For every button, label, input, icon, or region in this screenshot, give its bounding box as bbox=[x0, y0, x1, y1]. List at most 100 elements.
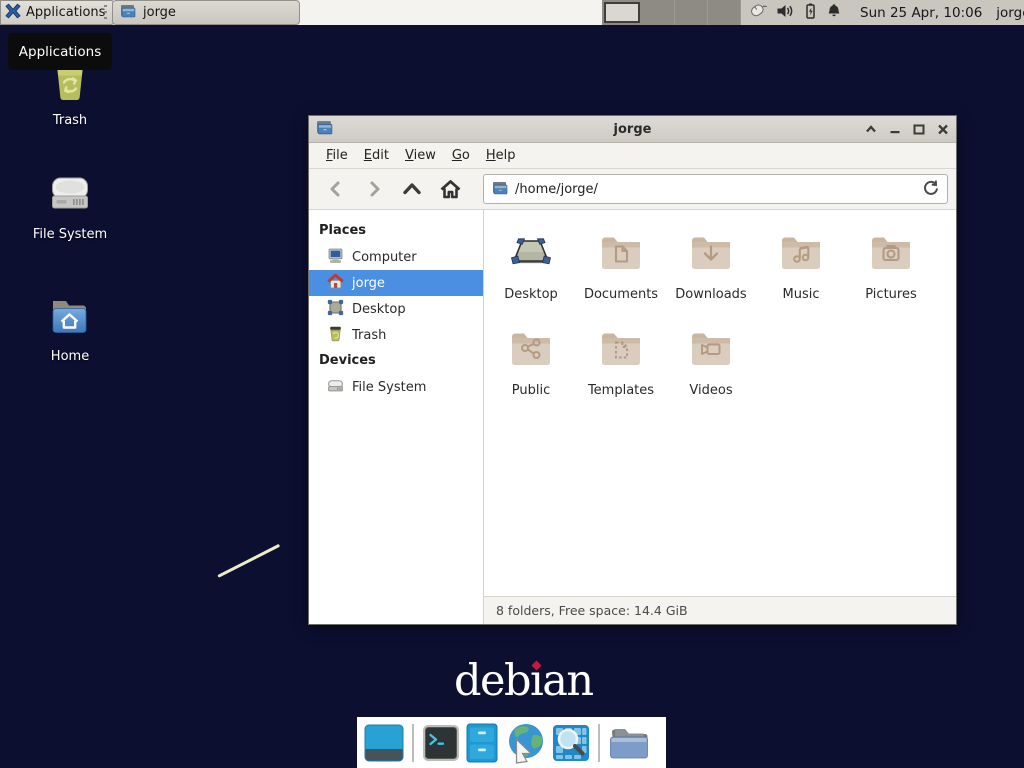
folder-item-desktop[interactable]: Desktop bbox=[486, 224, 576, 320]
shade-button[interactable] bbox=[864, 123, 877, 136]
battery-icon[interactable] bbox=[803, 3, 818, 23]
trash-small-icon bbox=[327, 325, 344, 346]
folder-item-label: Downloads bbox=[675, 287, 746, 302]
folder-item-templates[interactable]: Templates bbox=[576, 320, 666, 416]
folder-item-label: Videos bbox=[689, 383, 732, 398]
show-desktop-icon[interactable] bbox=[364, 724, 404, 762]
debian-logo-text: deb bbox=[454, 658, 530, 705]
close-button[interactable] bbox=[936, 123, 949, 136]
videos-folder-icon bbox=[687, 324, 735, 376]
templates-folder-icon bbox=[597, 324, 645, 376]
panel-clock[interactable]: Sun 25 Apr, 10:06 bbox=[860, 5, 982, 21]
sidebar-item-label: jorge bbox=[352, 276, 385, 291]
menu-view[interactable]: View bbox=[398, 145, 443, 166]
sidebar-item-trash[interactable]: Trash bbox=[309, 322, 483, 348]
debian-logo-text: an bbox=[542, 658, 592, 705]
maximize-button[interactable] bbox=[912, 123, 925, 136]
folder-item-label: Music bbox=[783, 287, 820, 302]
desktop-icon-home[interactable]: Home bbox=[22, 292, 118, 364]
notifications-bell-icon[interactable] bbox=[826, 3, 842, 23]
menu-help[interactable]: Help bbox=[479, 145, 523, 166]
system-tray: Sun 25 Apr, 10:06 jorge bbox=[748, 0, 1024, 25]
downloads-folder-icon bbox=[687, 228, 735, 280]
sidebar-item-label: Trash bbox=[352, 328, 386, 343]
folder-item-videos[interactable]: Videos bbox=[666, 320, 756, 416]
applications-menu-label: Applications bbox=[26, 5, 105, 20]
public-folder-icon bbox=[507, 324, 555, 376]
workspace-switcher[interactable] bbox=[602, 0, 741, 25]
taskbar-drag-handle[interactable] bbox=[104, 5, 107, 20]
folder-item-downloads[interactable]: Downloads bbox=[666, 224, 756, 320]
file-cabinet-icon[interactable] bbox=[466, 723, 498, 763]
toolbar: /home/jorge/ bbox=[309, 169, 956, 210]
wallpaper-swoosh-line bbox=[217, 544, 280, 578]
icon-grid: Desktop Documents Downloads Music bbox=[484, 210, 944, 416]
folder-item-label: Desktop bbox=[504, 287, 558, 302]
location-folder-icon bbox=[492, 180, 508, 199]
folder-item-documents[interactable]: Documents bbox=[576, 224, 666, 320]
sidebar-item-label: Desktop bbox=[352, 302, 406, 317]
web-browser-globe-icon[interactable] bbox=[504, 722, 546, 764]
folder-item-label: Templates bbox=[588, 383, 654, 398]
location-bar[interactable]: /home/jorge/ bbox=[483, 174, 948, 204]
folder-item-label: Public bbox=[512, 383, 550, 398]
dock bbox=[357, 717, 666, 768]
statusbar-text: 8 folders, Free space: 14.4 GiB bbox=[496, 603, 688, 618]
statusbar: 8 folders, Free space: 14.4 GiB bbox=[484, 596, 956, 624]
dock-separator bbox=[412, 724, 414, 762]
sidebar-item-desktop[interactable]: Desktop bbox=[309, 296, 483, 322]
sidebar-places-header: Places bbox=[309, 218, 483, 244]
workspace-3[interactable] bbox=[675, 0, 708, 25]
menubar: File Edit View Go Help bbox=[309, 143, 956, 169]
desktop-icon-label: File System bbox=[33, 227, 107, 242]
workspace-2[interactable] bbox=[642, 0, 675, 25]
desktop-icon-file-system[interactable]: File System bbox=[22, 170, 118, 242]
home-folder-icon bbox=[46, 292, 94, 344]
window-titlebar[interactable]: jorge bbox=[309, 116, 956, 143]
sidebar-item-file-system[interactable]: File System bbox=[309, 374, 483, 400]
location-path[interactable]: /home/jorge/ bbox=[515, 182, 915, 197]
taskbar-window-button[interactable]: jorge bbox=[112, 0, 300, 25]
workspace-1[interactable] bbox=[604, 2, 640, 23]
folder-item-music[interactable]: Music bbox=[756, 224, 846, 320]
mouse-icon[interactable] bbox=[748, 2, 768, 23]
volume-icon[interactable] bbox=[776, 3, 795, 23]
menu-go[interactable]: Go bbox=[445, 145, 477, 166]
sidebar-item-computer[interactable]: Computer bbox=[309, 244, 483, 270]
computer-icon bbox=[327, 247, 344, 268]
up-button[interactable] bbox=[395, 173, 429, 205]
terminal-icon[interactable] bbox=[422, 724, 460, 762]
menu-edit[interactable]: Edit bbox=[357, 145, 396, 166]
panel-username[interactable]: jorge bbox=[996, 5, 1024, 21]
desktop: Applications jorge Sun 25 Apr, 10:06 jor… bbox=[0, 0, 1024, 768]
debian-logo-i: ı bbox=[530, 658, 542, 705]
sidebar-item-jorge[interactable]: jorge bbox=[309, 270, 483, 296]
folder-dock-icon[interactable] bbox=[608, 724, 652, 762]
folder-item-label: Pictures bbox=[865, 287, 916, 302]
music-folder-icon bbox=[777, 228, 825, 280]
forward-button[interactable] bbox=[357, 173, 391, 205]
window-body: Places Computer jorge Desktop Trash bbox=[309, 210, 956, 624]
menu-file[interactable]: File bbox=[319, 145, 355, 166]
sidebar-item-label: Computer bbox=[352, 250, 417, 265]
documents-folder-icon bbox=[597, 228, 645, 280]
xfce-logo-icon bbox=[5, 3, 21, 23]
drive-small-icon bbox=[327, 377, 344, 398]
back-button[interactable] bbox=[319, 173, 353, 205]
folder-item-pictures[interactable]: Pictures bbox=[846, 224, 936, 320]
sidebar-devices-header: Devices bbox=[309, 348, 483, 374]
applications-menu-button[interactable]: Applications bbox=[0, 0, 115, 25]
desktop-workspace-icon bbox=[327, 299, 344, 320]
minimize-button[interactable] bbox=[888, 123, 901, 136]
folder-item-public[interactable]: Public bbox=[486, 320, 576, 416]
pictures-folder-icon bbox=[867, 228, 915, 280]
window-controls bbox=[864, 123, 949, 136]
desktop-icon-label: Trash bbox=[53, 113, 87, 128]
home-icon bbox=[327, 273, 344, 294]
applications-tooltip-text: Applications bbox=[19, 44, 101, 60]
reload-icon[interactable] bbox=[922, 179, 939, 200]
debian-logo: debıan bbox=[454, 658, 593, 705]
workspace-4[interactable] bbox=[708, 0, 741, 25]
app-finder-icon[interactable] bbox=[552, 724, 590, 762]
home-button[interactable] bbox=[433, 173, 467, 205]
